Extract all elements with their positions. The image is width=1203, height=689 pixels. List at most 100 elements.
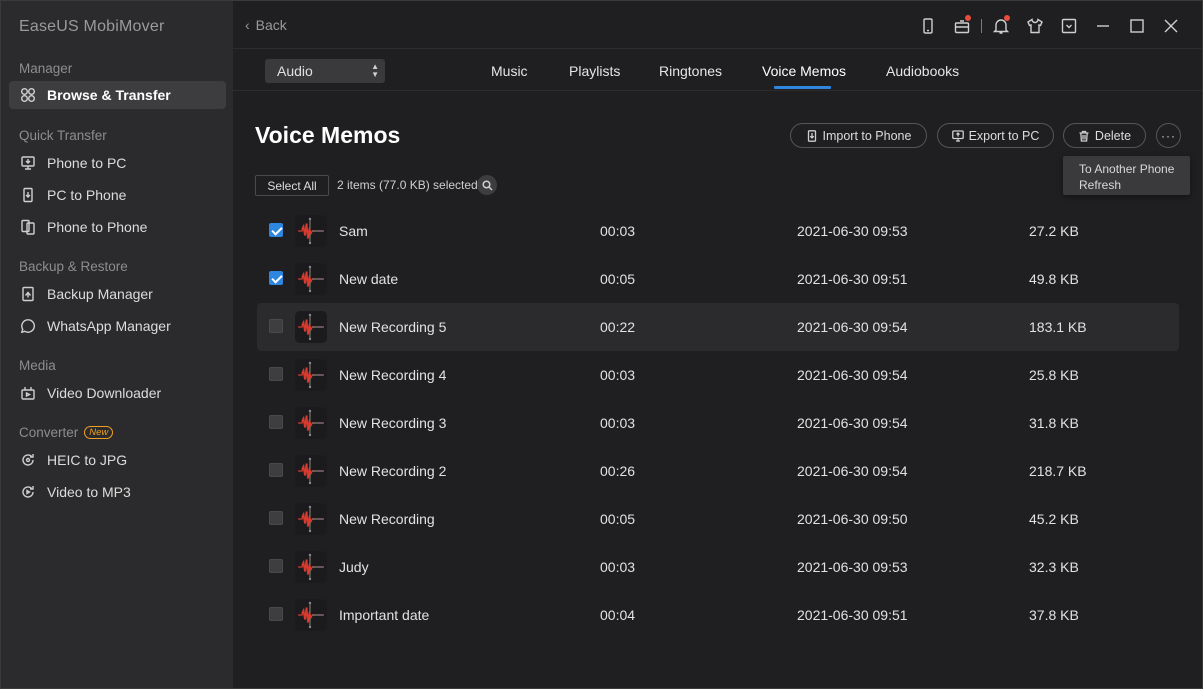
sidebar-item-label: Browse & Transfer <box>47 87 171 103</box>
import-label: Import to Phone <box>822 128 912 143</box>
voice-memo-icon <box>295 503 327 535</box>
section-heading-manager: Manager <box>19 61 73 76</box>
memo-size: 37.8 KB <box>1029 607 1079 623</box>
back-label: Back <box>255 17 287 33</box>
list-item[interactable]: Sam 00:03 2021-06-30 09:53 27.2 KB <box>257 207 1179 255</box>
row-checkbox[interactable] <box>269 223 283 237</box>
trash-icon <box>1079 130 1089 142</box>
select-all-button[interactable]: Select All <box>255 175 329 196</box>
import-to-phone-button[interactable]: Import to Phone <box>790 123 927 148</box>
memo-date: 2021-06-30 09:51 <box>797 271 908 287</box>
list-item[interactable]: New Recording 5 00:22 2021-06-30 09:54 183.… <box>257 303 1179 351</box>
list-item[interactable]: New Recording 3 00:03 2021-06-30 09:54 31.8… <box>257 399 1179 447</box>
tab-audiobooks[interactable]: Audiobooks <box>886 63 959 79</box>
memo-date: 2021-06-30 09:54 <box>797 367 908 383</box>
memo-name: New Recording 3 <box>339 415 447 431</box>
memo-duration: 00:03 <box>600 367 636 383</box>
notification-dot <box>965 15 971 21</box>
memo-name: New Recording 5 <box>339 319 447 335</box>
memo-size: 218.7 KB <box>1029 463 1087 479</box>
more-options-menu: To Another Phone Refresh <box>1063 156 1190 195</box>
search-icon[interactable] <box>477 175 497 195</box>
list-item[interactable]: New date 00:05 2021-06-30 09:51 49.8 KB <box>257 255 1179 303</box>
sidebar-item-phone-to-phone[interactable]: Phone to Phone <box>9 213 226 241</box>
section-heading-converter: Converter New <box>19 425 114 440</box>
sidebar-item-browse-transfer[interactable]: Browse & Transfer <box>9 81 226 109</box>
export-to-pc-button[interactable]: Export to PC <box>937 123 1054 148</box>
more-options-button[interactable]: ··· <box>1156 123 1181 148</box>
dropdown-menu-icon[interactable] <box>1052 15 1086 37</box>
voice-memo-icon <box>295 407 327 439</box>
memo-name: New date <box>339 271 399 287</box>
tab-voice-memos[interactable]: Voice Memos <box>762 63 846 79</box>
memo-duration: 00:22 <box>600 319 636 335</box>
delete-button[interactable]: Delete <box>1063 123 1146 148</box>
grid-icon <box>19 86 37 104</box>
minimize-icon[interactable] <box>1086 15 1120 37</box>
whatsapp-icon <box>19 317 37 335</box>
row-checkbox[interactable] <box>269 367 283 381</box>
section-heading-backup-restore: Backup & Restore <box>19 259 128 274</box>
section-heading-quick-transfer: Quick Transfer <box>19 128 107 143</box>
voice-memo-icon <box>295 599 327 631</box>
memo-size: 45.2 KB <box>1029 511 1079 527</box>
row-checkbox[interactable] <box>269 415 283 429</box>
list-item[interactable]: New Recording 00:05 2021-06-30 09:50 45.2 K… <box>257 495 1179 543</box>
selection-info: 2 items (77.0 KB) selected <box>337 178 478 192</box>
sidebar: EaseUS MobiMover Manager Browse & Transf… <box>1 1 233 688</box>
sidebar-item-video-downloader[interactable]: Video Downloader <box>9 379 226 407</box>
sidebar-item-video-to-mp3[interactable]: Video to MP3 <box>9 478 226 506</box>
row-checkbox[interactable] <box>269 511 283 525</box>
chevron-left-icon: ‹ <box>245 17 250 33</box>
list-item[interactable]: New Recording 2 00:26 2021-06-30 09:54 218.… <box>257 447 1179 495</box>
tab-music[interactable]: Music <box>491 63 528 79</box>
tab-playlists[interactable]: Playlists <box>569 63 620 79</box>
row-checkbox[interactable] <box>269 271 283 285</box>
converter-heading-text: Converter <box>19 425 79 440</box>
sidebar-item-label: Video to MP3 <box>47 484 131 500</box>
sidebar-item-label: HEIC to JPG <box>47 452 128 468</box>
divider <box>981 19 982 33</box>
list-item[interactable]: New Recording 4 00:03 2021-06-30 09:54 25.8… <box>257 351 1179 399</box>
sidebar-item-heic-to-jpg[interactable]: HEIC to JPG <box>9 446 226 474</box>
back-button[interactable]: ‹ Back <box>245 17 287 33</box>
menu-item-refresh[interactable]: Refresh <box>1079 177 1190 193</box>
tab-ringtones[interactable]: Ringtones <box>659 63 722 79</box>
list-item[interactable]: Judy 00:03 2021-06-30 09:53 32.3 KB <box>257 543 1179 591</box>
category-select[interactable]: Audio ▲ ▼ <box>265 59 385 83</box>
menu-item-to-another-phone[interactable]: To Another Phone <box>1079 161 1190 177</box>
memo-duration: 00:26 <box>600 463 636 479</box>
convert-icon <box>19 483 37 501</box>
device-icon[interactable] <box>911 15 945 37</box>
sidebar-item-whatsapp-manager[interactable]: WhatsApp Manager <box>9 312 226 340</box>
sidebar-item-label: WhatsApp Manager <box>47 318 171 334</box>
maximize-icon[interactable] <box>1120 15 1154 37</box>
gift-icon[interactable] <box>945 15 979 37</box>
memo-size: 32.3 KB <box>1029 559 1079 575</box>
voice-memo-icon <box>295 551 327 583</box>
shirt-icon[interactable] <box>1018 15 1052 37</box>
close-icon[interactable] <box>1154 15 1188 37</box>
row-checkbox[interactable] <box>269 559 283 573</box>
memo-duration: 00:05 <box>600 511 636 527</box>
window-controls <box>911 15 1188 37</box>
export-label: Export to PC <box>968 128 1040 143</box>
voice-memo-icon <box>295 263 327 295</box>
voice-memo-icon <box>295 359 327 391</box>
row-checkbox[interactable] <box>269 319 283 333</box>
row-checkbox[interactable] <box>269 607 283 621</box>
pc-to-phone-icon <box>19 186 37 204</box>
active-tab-indicator <box>774 86 831 89</box>
row-checkbox[interactable] <box>269 463 283 477</box>
memo-date: 2021-06-30 09:54 <box>797 463 908 479</box>
sidebar-item-pc-to-phone[interactable]: PC to Phone <box>9 181 226 209</box>
memo-duration: 00:03 <box>600 223 636 239</box>
sidebar-item-backup-manager[interactable]: Backup Manager <box>9 280 226 308</box>
sidebar-item-phone-to-pc[interactable]: Phone to PC <box>9 149 226 177</box>
convert-icon <box>19 451 37 469</box>
bell-icon[interactable] <box>984 15 1018 37</box>
list-item[interactable]: Important date 00:04 2021-06-30 09:51 37.8 … <box>257 591 1179 639</box>
memo-size: 183.1 KB <box>1029 319 1087 335</box>
memo-name: Judy <box>339 559 369 575</box>
phone-to-pc-icon <box>19 154 37 172</box>
